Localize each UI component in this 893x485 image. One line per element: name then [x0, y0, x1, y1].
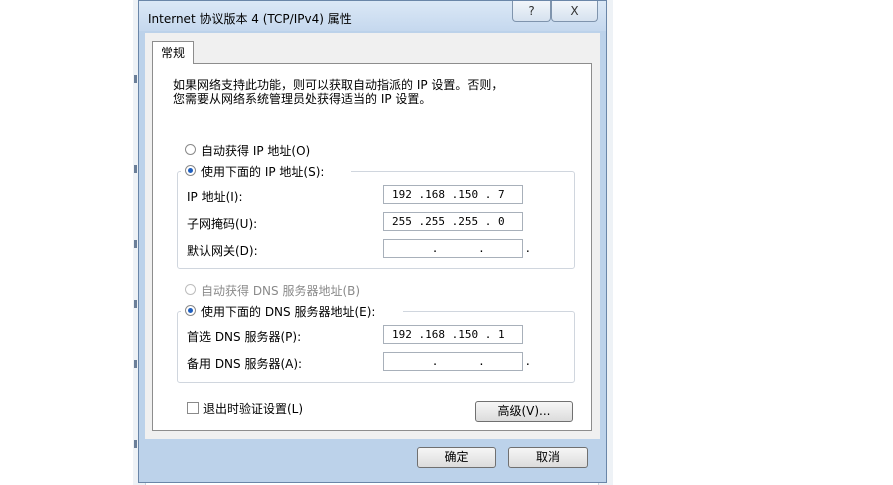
title-bar[interactable]: Internet 协议版本 4 (TCP/IPv4) 属性 ? X — [139, 1, 606, 31]
validate-on-exit-label[interactable]: 退出时验证设置(L) — [203, 400, 303, 417]
auto-ip-radio[interactable] — [185, 144, 196, 155]
validate-on-exit-checkbox[interactable] — [187, 402, 199, 414]
description-line-2: 您需要从网络系统管理员处获得适当的 IP 设置。 — [173, 92, 432, 106]
cancel-button[interactable]: 取消 — [508, 447, 588, 468]
manual-dns-radio[interactable] — [185, 305, 196, 316]
manual-ip-radio[interactable] — [185, 165, 196, 176]
ip-address-input[interactable]: 192 .168 .150 . 7 — [383, 185, 523, 204]
ip-address-label: IP 地址(I): — [187, 190, 243, 204]
tab-general[interactable]: 常规 — [152, 41, 194, 64]
close-button[interactable]: X — [551, 1, 598, 22]
ok-button[interactable]: 确定 — [417, 447, 496, 468]
description-text: 如果网络支持此功能，则可以获取自动指派的 IP 设置。否则， 您需要从网络系统管… — [173, 78, 583, 106]
subnet-mask-input[interactable]: 255 .255 .255 . 0 — [383, 212, 523, 231]
help-button[interactable]: ? — [512, 1, 551, 22]
window-title: Internet 协议版本 4 (TCP/IPv4) 属性 — [148, 12, 352, 26]
manual-ip-label[interactable]: 使用下面的 IP 地址(S): — [201, 163, 324, 180]
subnet-mask-label: 子网掩码(U): — [187, 217, 258, 231]
auto-dns-label: 自动获得 DNS 服务器地址(B) — [201, 284, 361, 298]
manual-dns-label[interactable]: 使用下面的 DNS 服务器地址(E): — [201, 303, 375, 320]
general-tab-content: 如果网络支持此功能，则可以获取自动指派的 IP 设置。否则， 您需要从网络系统管… — [152, 63, 592, 431]
default-gateway-input[interactable]: . . . — [383, 239, 531, 258]
background-marker — [134, 165, 137, 173]
preferred-dns-label: 首选 DNS 服务器(P): — [187, 330, 302, 344]
background-marker — [134, 240, 137, 248]
alternate-dns-label: 备用 DNS 服务器(A): — [187, 357, 303, 371]
auto-ip-label[interactable]: 自动获得 IP 地址(O) — [201, 142, 310, 159]
alternate-dns-input[interactable]: . . . — [383, 352, 531, 371]
advanced-button[interactable]: 高级(V)... — [475, 401, 573, 422]
tcpip-properties-dialog: Internet 协议版本 4 (TCP/IPv4) 属性 ? X 常规 如果网… — [138, 0, 607, 483]
help-icon: ? — [528, 4, 535, 18]
dns-group-box — [177, 311, 575, 383]
description-line-1: 如果网络支持此功能，则可以获取自动指派的 IP 设置。否则， — [173, 78, 504, 92]
close-icon: X — [570, 4, 579, 18]
preferred-dns-input[interactable]: 192 .168 .150 . 1 — [383, 325, 523, 344]
background-marker — [134, 360, 137, 368]
background-marker — [134, 440, 137, 448]
default-gateway-label: 默认网关(D): — [187, 244, 258, 258]
auto-dns-radio — [185, 284, 196, 295]
background-marker — [134, 300, 137, 308]
background-marker — [134, 75, 137, 83]
